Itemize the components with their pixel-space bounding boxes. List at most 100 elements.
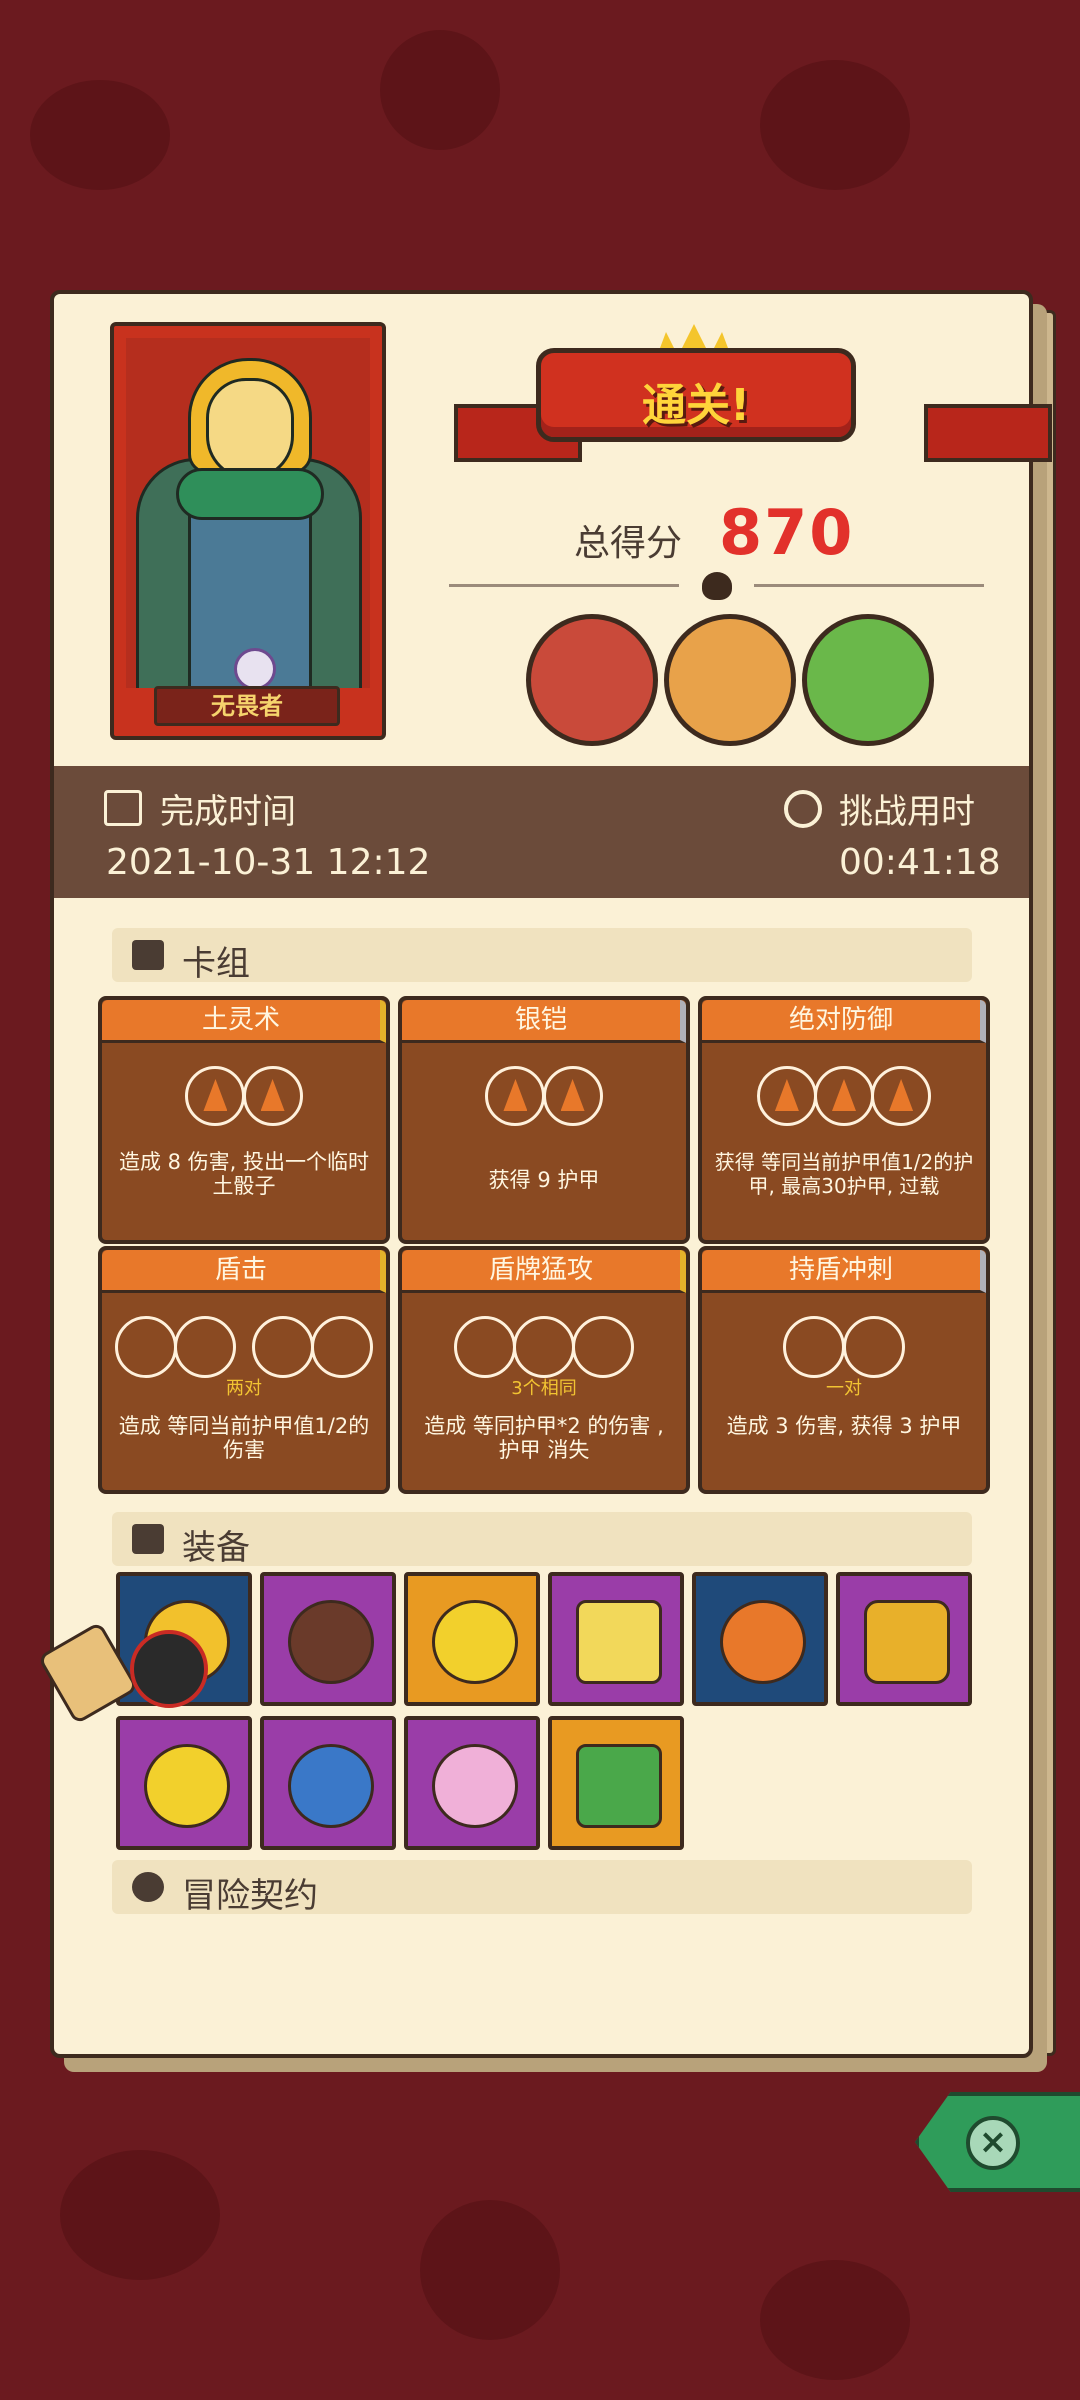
card-title: 盾击 — [102, 1250, 386, 1293]
fire-slot-icon — [871, 1066, 932, 1126]
ribbon-tail-right — [924, 404, 1052, 462]
equipment-slot[interactable] — [116, 1716, 252, 1850]
box-icon — [132, 1524, 164, 1554]
hero-portrait-card[interactable]: 无畏者 — [110, 322, 386, 740]
background-shape — [420, 2200, 560, 2340]
card-description: 造成 8 伤害, 投出一个临时土骰子 — [118, 1150, 370, 1198]
card-description: 获得 等同当前护甲值1/2的护甲, 最高30护甲, 过载 — [714, 1150, 974, 1198]
green-ring-icon — [144, 1744, 230, 1828]
dice-slots — [402, 1316, 686, 1378]
person-icon — [132, 1872, 164, 1902]
equipment-slot[interactable] — [260, 1572, 396, 1706]
score-value: 870 — [719, 496, 855, 569]
fire-slot-icon — [756, 1066, 817, 1126]
equipment-slot[interactable] — [548, 1716, 684, 1850]
card-description: 造成 等同护甲*2 的伤害 , 护甲 消失 — [424, 1414, 664, 1462]
card-shield-assault[interactable]: 盾牌猛攻 3个相同 造成 等同护甲*2 的伤害 , 护甲 消失 — [398, 1246, 690, 1494]
fire-slot-icon — [185, 1066, 246, 1126]
card-shield-bash[interactable]: 盾击 两对 造成 等同当前护甲值1/2的伤害 — [98, 1246, 390, 1494]
close-icon[interactable]: × — [966, 2116, 1020, 2170]
contract-section-header: 冒险契约 — [112, 1860, 972, 1916]
boss-portrait-goblin-king[interactable] — [802, 614, 934, 746]
contract-badge-icon[interactable] — [130, 1630, 208, 1708]
cheese-wedge-icon — [576, 1600, 662, 1684]
finish-time-label: 完成时间 — [160, 792, 296, 832]
boss-portrait-boar-king[interactable] — [664, 614, 796, 746]
dice-slots — [702, 1066, 986, 1126]
empty-slot-icon — [783, 1316, 846, 1378]
card-description: 造成 等同当前护甲值1/2的伤害 — [118, 1414, 370, 1462]
calendar-icon — [104, 790, 142, 826]
card-condition: 一对 — [826, 1378, 862, 1399]
card-silver-armor[interactable]: 银铠 获得 9 护甲 — [398, 996, 690, 1244]
background-shape — [760, 2260, 910, 2380]
equipment-slot[interactable] — [836, 1572, 972, 1706]
time-bar: 完成时间 2021-10-31 12:12 挑战用时 00:41:18 — [54, 766, 1029, 898]
card-title: 绝对防御 — [702, 1000, 986, 1043]
empty-slot-icon — [513, 1316, 575, 1378]
hero-portrait-art — [126, 338, 370, 688]
heart-locket-icon — [432, 1744, 518, 1828]
equipment-section-header: 装备 — [112, 1512, 972, 1568]
equipment-title: 装备 — [182, 1528, 250, 1568]
card-description: 造成 3 伤害, 获得 3 护甲 — [726, 1414, 962, 1438]
fire-slot-icon — [814, 1066, 874, 1126]
banner-title: 通关! — [641, 380, 751, 431]
dice-slots — [402, 1066, 686, 1126]
card-earth-spell[interactable]: 土灵术 造成 8 伤害, 投出一个临时土骰子 — [98, 996, 390, 1244]
fire-slot-icon — [485, 1066, 546, 1126]
green-slab-icon — [576, 1744, 662, 1828]
duration-value: 00:41:18 — [839, 842, 1001, 883]
empty-slot-icon — [114, 1316, 177, 1378]
card-title: 持盾冲刺 — [702, 1250, 986, 1293]
card-condition: 两对 — [226, 1378, 262, 1399]
card-title: 银铠 — [402, 1000, 686, 1043]
card-title: 土灵术 — [102, 1000, 386, 1043]
hex-gem-icon — [864, 1600, 950, 1684]
contract-title: 冒险契约 — [182, 1876, 318, 1916]
background-shape — [380, 30, 500, 150]
empty-slot-icon — [173, 1316, 236, 1378]
hero-scarf — [176, 468, 324, 520]
divider-right — [754, 584, 984, 587]
button-icon — [288, 1600, 374, 1684]
boss-portrait-eye-monster[interactable] — [526, 614, 658, 746]
empty-slot-icon — [453, 1316, 516, 1378]
equipment-slot[interactable] — [548, 1572, 684, 1706]
equipment-slot[interactable] — [692, 1572, 828, 1706]
deck-section-header: 卡组 — [112, 928, 972, 984]
card-title: 盾牌猛攻 — [402, 1250, 686, 1293]
turnip-pot-icon — [720, 1600, 806, 1684]
empty-slot-icon — [311, 1316, 374, 1378]
card-shield-charge[interactable]: 持盾冲刺 一对 造成 3 伤害, 获得 3 护甲 — [698, 1246, 990, 1494]
empty-slot-icon — [572, 1316, 635, 1378]
background-shape — [60, 2150, 220, 2280]
dice-slots — [702, 1316, 986, 1378]
equipment-slot[interactable] — [260, 1716, 396, 1850]
finish-time-value: 2021-10-31 12:12 — [106, 842, 431, 883]
skull-icon — [702, 572, 732, 600]
card-absolute-defense[interactable]: 绝对防御 获得 等同当前护甲值1/2的护甲, 最高30护甲, 过载 — [698, 996, 990, 1244]
score-label: 总得分 — [574, 523, 683, 564]
background-shape — [30, 80, 170, 190]
demon-mask-icon — [288, 1744, 374, 1828]
hero-emblem-icon — [234, 648, 276, 688]
gold-coin-icon — [432, 1600, 518, 1684]
fire-slot-icon — [542, 1066, 603, 1126]
victory-banner: 通关! — [536, 348, 856, 442]
cards-icon — [132, 940, 164, 970]
result-panel: 无畏者 通关! 总得分 870 完成时间 2021-10-31 12:12 挑战… — [50, 290, 1052, 2058]
deck-title: 卡组 — [182, 944, 250, 984]
divider-left — [449, 584, 679, 587]
hero-head — [206, 378, 294, 480]
equipment-slot[interactable] — [404, 1716, 540, 1850]
hero-name: 无畏者 — [154, 686, 340, 726]
dice-slots — [102, 1066, 386, 1126]
card-condition: 3个相同 — [511, 1378, 577, 1399]
equipment-slot[interactable] — [404, 1572, 540, 1706]
empty-slot-icon — [252, 1316, 315, 1378]
dice-slots — [102, 1316, 386, 1378]
stopwatch-icon — [784, 790, 822, 828]
fire-slot-icon — [242, 1066, 303, 1126]
card-description: 获得 9 护甲 — [488, 1168, 600, 1192]
